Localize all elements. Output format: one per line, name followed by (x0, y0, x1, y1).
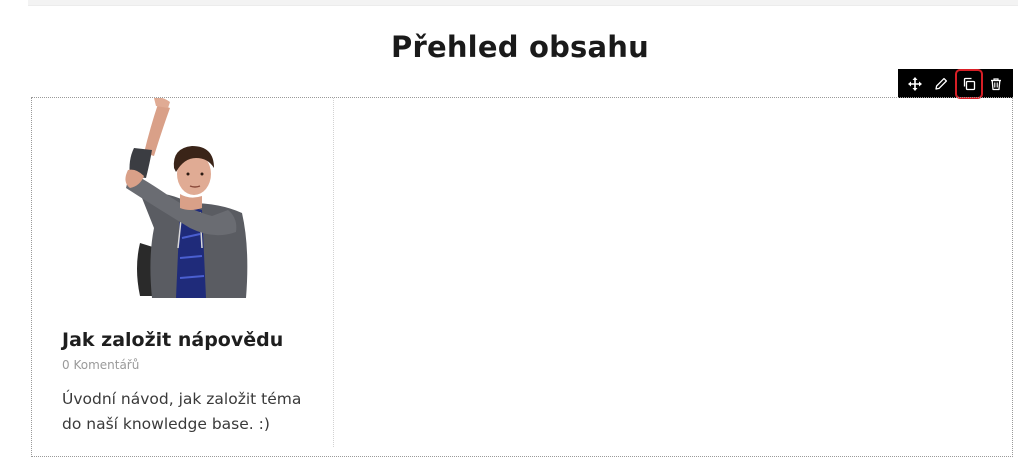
post-card[interactable]: Jak založit nápovědu 0 Komentářů Úvodní … (32, 98, 332, 447)
move-button[interactable] (904, 73, 926, 95)
top-bar-shadow (28, 0, 1018, 6)
duplicate-button[interactable] (954, 68, 983, 99)
post-title[interactable]: Jak založit nápovědu (62, 329, 283, 351)
edit-button[interactable] (930, 73, 952, 95)
move-icon (908, 76, 923, 91)
trash-icon (990, 77, 1001, 90)
delete-button[interactable] (985, 73, 1007, 95)
element-toolbar (898, 68, 1013, 99)
post-excerpt: Úvodní návod, jak založit téma do naší k… (62, 390, 302, 433)
pencil-icon (935, 77, 948, 90)
post-thumbnail-image[interactable] (110, 98, 250, 298)
column-divider (333, 98, 334, 447)
post-comment-count[interactable]: 0 Komentářů (62, 358, 139, 372)
page-title: Přehled obsahu (391, 30, 649, 64)
duplicate-icon (963, 77, 975, 90)
